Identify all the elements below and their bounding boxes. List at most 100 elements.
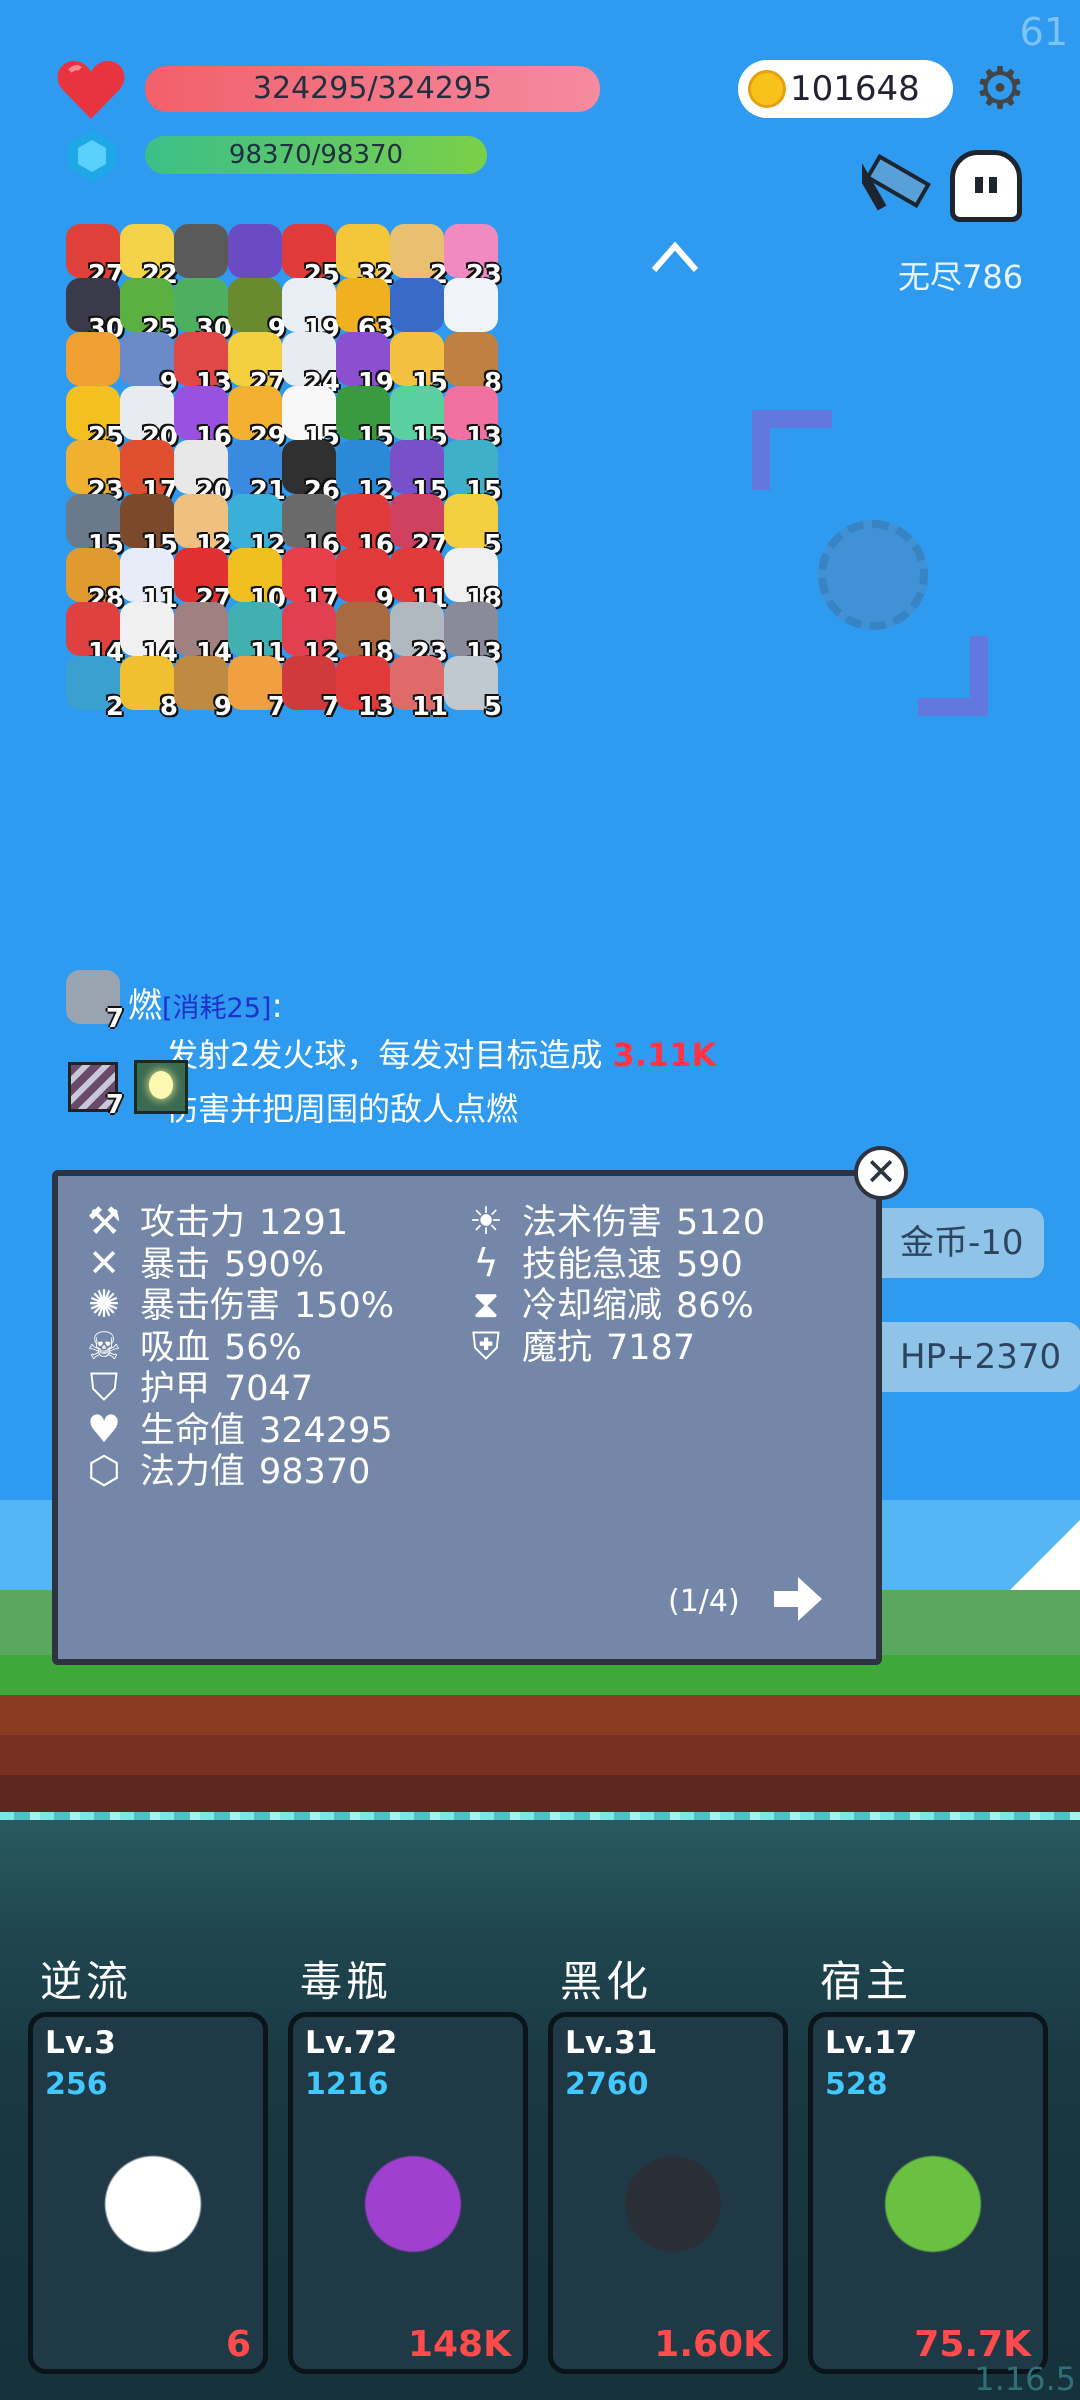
inventory-item[interactable] <box>170 222 232 284</box>
inventory-item[interactable] <box>440 276 502 338</box>
inventory-item[interactable]: 11 <box>386 654 448 722</box>
inventory-item[interactable]: 16 <box>170 384 232 452</box>
inventory-item[interactable]: 11 <box>116 546 178 614</box>
inventory-item[interactable]: 28 <box>62 546 124 614</box>
inventory-item[interactable]: 27 <box>224 330 286 398</box>
inventory-item[interactable]: 10 <box>224 546 286 614</box>
inventory-item[interactable]: 2 <box>386 222 448 290</box>
inventory-item[interactable]: 20 <box>170 438 232 506</box>
inventory-item[interactable] <box>62 330 124 392</box>
skill-card[interactable]: Lv.17 528 75.7K <box>808 2012 1048 2374</box>
map-icon <box>66 332 120 386</box>
inventory-item[interactable]: 27 <box>170 546 232 614</box>
inventory-item[interactable]: 5 <box>440 654 502 722</box>
skill-card[interactable]: Lv.3 256 6 <box>28 2012 268 2374</box>
close-button[interactable]: ✕ <box>854 1146 908 1200</box>
inventory-item[interactable]: 30 <box>62 276 124 344</box>
stat-value: 98370 <box>259 1452 371 1492</box>
inventory-item[interactable]: 17 <box>116 438 178 506</box>
inventory-item[interactable]: 25 <box>116 276 178 344</box>
inventory-item[interactable]: 7 <box>278 654 340 722</box>
inventory-item[interactable]: 9 <box>332 546 394 614</box>
inventory-item[interactable]: 17 <box>278 546 340 614</box>
skill-cost: [消耗25] <box>162 993 272 1024</box>
skill-icon[interactable]: 7 <box>62 966 124 1034</box>
chevron-up-icon[interactable] <box>650 236 700 276</box>
inventory-item[interactable]: 27 <box>62 222 124 290</box>
inventory-item[interactable]: 27 <box>386 492 448 560</box>
inventory-item[interactable]: 14 <box>170 600 232 668</box>
version-label: 1.16.5 <box>974 2360 1076 2398</box>
inventory-item[interactable]: 19 <box>278 276 340 344</box>
inventory-item[interactable]: 12 <box>224 492 286 560</box>
inventory-item[interactable]: 13 <box>170 330 232 398</box>
arrow-right-icon[interactable] <box>770 1571 826 1627</box>
inventory-item[interactable]: 16 <box>278 492 340 560</box>
inventory-item[interactable]: 15 <box>386 438 448 506</box>
inventory-item[interactable]: 63 <box>332 276 394 344</box>
inventory-item[interactable]: 23 <box>386 600 448 668</box>
coin-value: 101648 <box>790 69 920 109</box>
dirt-layer <box>0 1695 1080 1815</box>
inventory-item[interactable]: 14 <box>116 600 178 668</box>
inventory-item[interactable]: 11 <box>224 600 286 668</box>
inventory-item[interactable]: 9 <box>170 654 232 722</box>
coin-icon <box>748 70 786 108</box>
poison-bottle-icon <box>343 2127 483 2267</box>
inventory-item[interactable]: 24 <box>278 330 340 398</box>
inventory-item[interactable]: 15 <box>278 384 340 452</box>
inventory-item[interactable]: 19 <box>332 330 394 398</box>
inventory-item[interactable]: 15 <box>386 384 448 452</box>
inventory-item[interactable] <box>224 222 286 284</box>
axe-flag-icon[interactable] <box>862 145 942 215</box>
inventory-item[interactable]: 7 <box>224 654 286 722</box>
lightbulb-item-icon[interactable] <box>134 1060 188 1114</box>
inventory-item[interactable]: 21 <box>224 438 286 506</box>
inventory-item[interactable]: 12 <box>332 438 394 506</box>
inventory-item[interactable]: 13 <box>440 600 502 668</box>
card-title: 黑化 <box>560 1957 653 2006</box>
inventory-item[interactable]: 15 <box>62 492 124 560</box>
inventory-item[interactable]: 9 <box>224 276 286 344</box>
inventory-item[interactable]: 18 <box>332 600 394 668</box>
inventory-item[interactable]: 11 <box>386 546 448 614</box>
inventory-item[interactable]: 23 <box>62 438 124 506</box>
ghost-button-icon[interactable] <box>950 150 1022 222</box>
bracket-decoration <box>918 636 988 716</box>
inventory-item[interactable]: 15 <box>116 492 178 560</box>
inventory-item[interactable]: 12 <box>170 492 232 560</box>
inventory-item[interactable]: 8 <box>116 654 178 722</box>
inventory-item[interactable] <box>386 276 448 338</box>
inventory-item[interactable]: 5 <box>440 492 502 560</box>
inventory-item[interactable]: 30 <box>170 276 232 344</box>
sub-item-icon[interactable]: 7 <box>66 1060 124 1120</box>
inventory-item[interactable]: 13 <box>440 384 502 452</box>
inventory-item[interactable]: 12 <box>278 600 340 668</box>
inventory-item[interactable]: 23 <box>440 222 502 290</box>
inventory-item[interactable]: 22 <box>116 222 178 290</box>
green-monster-icon <box>863 2127 1003 2267</box>
inventory-item[interactable]: 8 <box>440 330 502 398</box>
inventory-item[interactable]: 18 <box>440 546 502 614</box>
inventory-item[interactable]: 2 <box>62 654 124 722</box>
inventory-item[interactable]: 13 <box>332 654 394 722</box>
inventory-item[interactable]: 25 <box>278 222 340 290</box>
inventory-item[interactable]: 9 <box>116 330 178 398</box>
card-damage: 1.60K <box>654 2324 771 2365</box>
inventory-item[interactable]: 25 <box>62 384 124 452</box>
gear-icon[interactable]: ⚙ <box>970 58 1030 118</box>
inventory-item[interactable]: 32 <box>332 222 394 290</box>
inventory-item[interactable]: 20 <box>116 384 178 452</box>
snow-mountain <box>1010 1520 1080 1590</box>
list-icon <box>444 278 498 332</box>
inventory-item[interactable]: 15 <box>386 330 448 398</box>
inventory-item[interactable]: 26 <box>278 438 340 506</box>
inventory-item[interactable]: 14 <box>62 600 124 668</box>
inventory-item[interactable]: 16 <box>332 492 394 560</box>
inventory-item[interactable]: 15 <box>332 384 394 452</box>
inventory-item[interactable]: 15 <box>440 438 502 506</box>
inventory-item[interactable]: 29 <box>224 384 286 452</box>
skill-card[interactable]: Lv.72 1216 148K <box>288 2012 528 2374</box>
item-count: 5 <box>483 692 502 722</box>
skill-card[interactable]: Lv.31 2760 1.60K <box>548 2012 788 2374</box>
